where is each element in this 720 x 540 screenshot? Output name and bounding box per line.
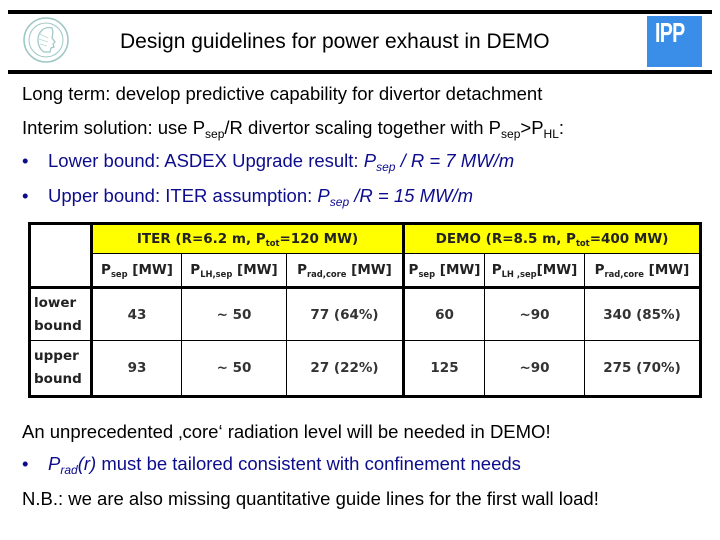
text-fragment: P bbox=[48, 453, 61, 474]
text-fragment: [MW] bbox=[643, 262, 690, 278]
text-fragment: /R = 15 MW/m bbox=[349, 185, 474, 206]
text-fragment: [MW] bbox=[232, 262, 278, 278]
column-header: PLH ,sep[MW] bbox=[484, 253, 585, 288]
bullet-icon: • bbox=[22, 453, 29, 474]
text-fragment: Lower bound: ASDEX Upgrade result: bbox=[48, 150, 364, 171]
table-cell: ~90 bbox=[484, 340, 585, 398]
table-cell: 125 bbox=[402, 340, 485, 398]
bullet-prad: • Prad(r) must be tailored consistent wit… bbox=[22, 453, 521, 477]
table-row-lower-bound: lower bound 43 ~ 50 77 (64%) 60 ~90 340 (… bbox=[28, 286, 702, 341]
subscript: sep bbox=[329, 195, 350, 209]
subscript: sep bbox=[501, 127, 521, 141]
table-cell: 43 bbox=[90, 286, 182, 341]
table-cell: ~ 50 bbox=[181, 340, 287, 398]
text-fragment: upper bbox=[34, 348, 79, 364]
text-fragment: bound bbox=[34, 317, 82, 334]
table-cell: 93 bbox=[90, 340, 182, 398]
row-label: lower bound bbox=[28, 286, 92, 341]
text-fragment: must be tailored consistent with confine… bbox=[96, 453, 521, 474]
text-fragment: P bbox=[317, 185, 330, 206]
table-cell: ~ 50 bbox=[181, 286, 287, 341]
text-fragment: P bbox=[594, 262, 605, 278]
text-fragment: =120 MW) bbox=[279, 231, 359, 247]
table-cell: 275 (70%) bbox=[584, 340, 702, 398]
table-cell: 60 bbox=[402, 286, 485, 341]
table-cell: ~90 bbox=[484, 286, 585, 341]
ipp-logo: IPP bbox=[647, 16, 702, 67]
interim-solution-text: Interim solution: use Psep/R divertor sc… bbox=[22, 117, 565, 141]
subscript: rad,core bbox=[307, 269, 347, 279]
column-header: Psep [MW] bbox=[90, 253, 182, 288]
bounds-table: ITER (R=6.2 m, Ptot=120 MW) DEMO (R=8.5 … bbox=[28, 222, 702, 398]
subscript: rad,core bbox=[604, 269, 644, 279]
text-fragment: P bbox=[190, 262, 201, 278]
text-fragment: P bbox=[363, 150, 377, 171]
table-row-upper-bound: upper bound 93 ~ 50 27 (22%) 125 ~90 275 … bbox=[28, 340, 702, 398]
subscript: sep bbox=[376, 160, 396, 174]
slide-title: Design guidelines for power exhaust in D… bbox=[120, 30, 550, 53]
text-fragment: bound bbox=[34, 371, 82, 387]
bullet-icon: • bbox=[22, 185, 29, 206]
text-fragment: Upper bound: ITER assumption: bbox=[48, 185, 318, 206]
column-header: Prad,core [MW] bbox=[584, 253, 702, 288]
subscript: sep bbox=[205, 127, 225, 141]
text-fragment: [MW] bbox=[127, 262, 173, 278]
subscript: tot bbox=[575, 238, 590, 248]
text-fragment: DEMO (R=8.5 m, P bbox=[435, 231, 576, 247]
table-cell: 27 (22%) bbox=[286, 340, 404, 398]
text-fragment: / R = 7 MW/m bbox=[395, 150, 515, 171]
column-header: Prad,core [MW] bbox=[286, 253, 404, 288]
subscript: rad bbox=[60, 463, 78, 477]
text-fragment: /R divertor scaling together with P bbox=[224, 117, 502, 138]
bullet-upper-bound: • Upper bound: ITER assumption: Psep /R =… bbox=[22, 185, 474, 209]
nb-note-text: N.B.: we are also missing quantitative g… bbox=[22, 488, 599, 509]
subscript: sep bbox=[110, 269, 128, 279]
row-label: upper bound bbox=[28, 340, 92, 398]
core-radiation-text: An unprecedented ‚core‘ radiation level … bbox=[22, 421, 551, 442]
corner-cell bbox=[28, 222, 92, 288]
subscript: LH ,sep bbox=[501, 269, 537, 279]
subscript: LH,sep bbox=[200, 269, 233, 279]
minerva-logo-icon bbox=[23, 17, 69, 63]
text-fragment: lower bbox=[34, 294, 77, 311]
table-cell: 340 (85%) bbox=[584, 286, 702, 341]
text-fragment: [MW] bbox=[536, 262, 578, 278]
subscript: tot bbox=[265, 238, 280, 248]
bullet-lower-bound: • Lower bound: ASDEX Upgrade result: Psep… bbox=[22, 150, 515, 174]
bullet-icon: • bbox=[22, 150, 29, 171]
header-rule-bottom bbox=[8, 70, 712, 74]
text-fragment: P bbox=[101, 262, 111, 278]
text-fragment: P bbox=[297, 262, 308, 278]
text-fragment: ITER (R=6.2 m, P bbox=[136, 231, 266, 247]
subscript: sep bbox=[418, 269, 436, 279]
text-fragment: =400 MW) bbox=[589, 231, 669, 247]
text-fragment: [MW] bbox=[346, 262, 392, 278]
subscript: HL bbox=[543, 127, 559, 141]
header-rule-top bbox=[8, 10, 712, 14]
group-header-iter: ITER (R=6.2 m, Ptot=120 MW) bbox=[90, 222, 404, 254]
text-fragment: : bbox=[558, 117, 565, 138]
text-fragment: [MW] bbox=[435, 262, 481, 278]
long-term-text: Long term: develop predictive capability… bbox=[22, 83, 543, 104]
text-fragment: Interim solution: use P bbox=[22, 117, 206, 138]
text-fragment: (r) bbox=[77, 453, 97, 474]
table-cell: 77 (64%) bbox=[286, 286, 404, 341]
group-header-demo: DEMO (R=8.5 m, Ptot=400 MW) bbox=[402, 222, 702, 254]
ipp-logo-text: IPP bbox=[655, 17, 685, 48]
column-header: Psep [MW] bbox=[402, 253, 485, 288]
text-fragment: P bbox=[491, 262, 502, 278]
column-header: PLH,sep [MW] bbox=[181, 253, 287, 288]
text-fragment: P bbox=[408, 262, 419, 278]
text-fragment: >P bbox=[520, 117, 544, 138]
